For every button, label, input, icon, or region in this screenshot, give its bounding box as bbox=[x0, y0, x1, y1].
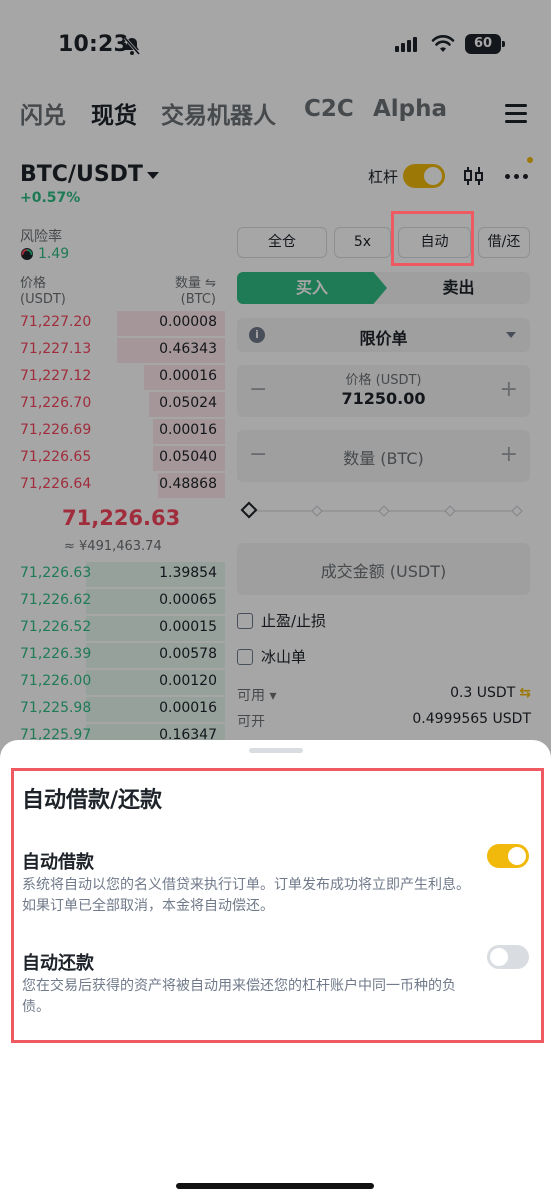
highlight-box-auto-button bbox=[391, 211, 474, 266]
highlight-box-sheet-content bbox=[11, 768, 544, 1043]
home-indicator[interactable] bbox=[176, 1183, 374, 1189]
sheet-grabber[interactable] bbox=[249, 748, 303, 753]
